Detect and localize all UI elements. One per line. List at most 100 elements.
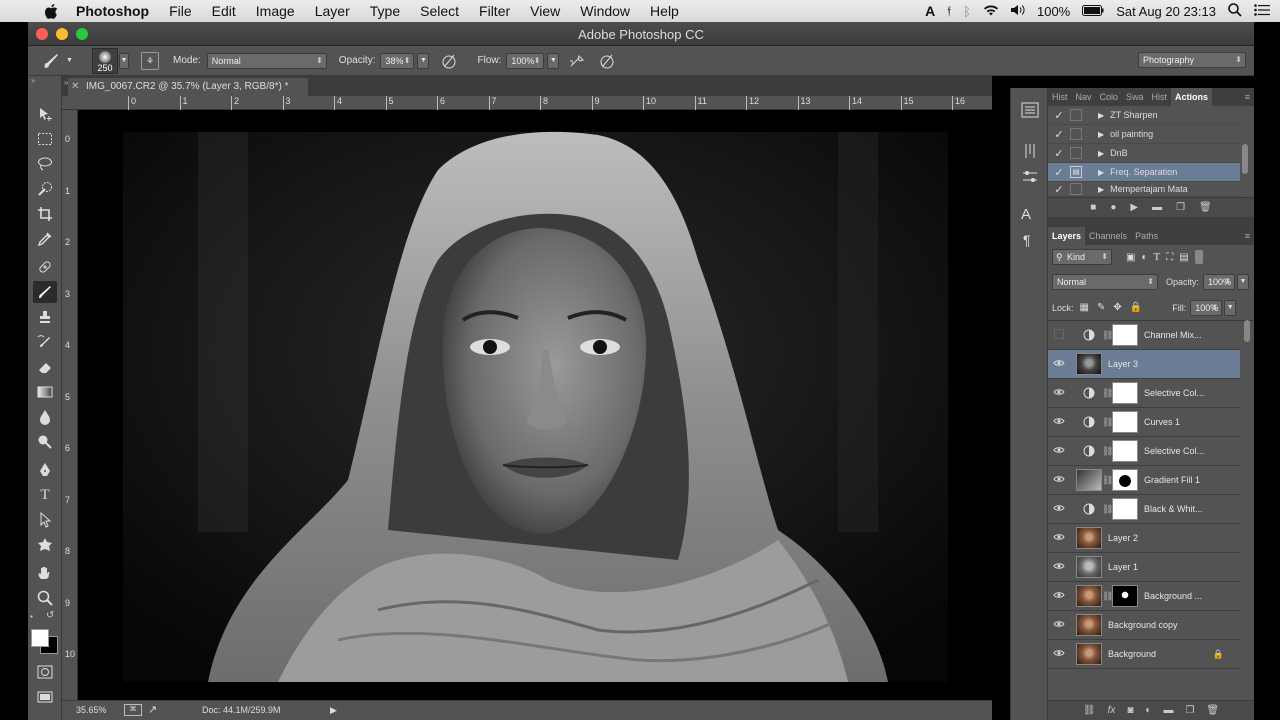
- zoom-level[interactable]: 35.65%: [76, 705, 107, 715]
- quick-mask-icon[interactable]: [33, 661, 57, 683]
- action-dialog-toggle[interactable]: [1070, 147, 1082, 159]
- tool-preset-picker[interactable]: ▼: [42, 50, 78, 72]
- character-panel-icon[interactable]: A: [1021, 206, 1031, 223]
- layer-row[interactable]: ⛓ Black & Whit...: [1048, 495, 1240, 524]
- layer-kind-filter[interactable]: ⚲ Kind: [1052, 249, 1112, 265]
- layers-panel-menu-icon[interactable]: ≡: [1241, 227, 1254, 245]
- layer-mask-thumbnail[interactable]: [1112, 324, 1138, 346]
- expand-triangle-icon[interactable]: ▶: [1098, 168, 1104, 177]
- mask-link-icon[interactable]: ⛓: [1102, 446, 1113, 457]
- menu-help[interactable]: Help: [640, 0, 689, 22]
- mask-link-icon[interactable]: ⛓: [1102, 388, 1113, 399]
- action-item[interactable]: ✓ ▶ ZT Sharpen: [1048, 106, 1240, 125]
- tab-history-1[interactable]: Hist: [1048, 88, 1072, 106]
- action-enabled-check-icon[interactable]: ✓: [1048, 183, 1070, 196]
- screen-mode-icon[interactable]: [33, 686, 57, 708]
- action-item[interactable]: ✓ ▶ oil painting: [1048, 125, 1240, 144]
- visibility-eye-icon[interactable]: [1048, 475, 1070, 486]
- expand-triangle-icon[interactable]: ▶: [1098, 111, 1104, 120]
- vertical-ruler[interactable]: 0123456789101: [62, 110, 78, 711]
- layer-thumbnail[interactable]: [1076, 614, 1102, 636]
- hand-tool-icon[interactable]: [33, 562, 57, 584]
- tools-collapse-icon[interactable]: »: [28, 76, 62, 88]
- link-layers-icon[interactable]: ⛓: [1083, 705, 1096, 716]
- action-enabled-check-icon[interactable]: ✓: [1048, 109, 1070, 122]
- filter-smart-object-icon[interactable]: ▤: [1179, 252, 1188, 263]
- layer-thumbnail[interactable]: [1076, 527, 1102, 549]
- menu-file[interactable]: File: [159, 0, 202, 22]
- opacity-input[interactable]: 38%: [380, 52, 415, 69]
- document-canvas[interactable]: [78, 110, 991, 700]
- flow-input[interactable]: 100%: [506, 52, 545, 69]
- visibility-eye-icon[interactable]: [1048, 649, 1070, 660]
- layer-row[interactable]: ⛓ Gradient Fill 1: [1048, 466, 1240, 495]
- lock-image-pixels-icon[interactable]: ✎: [1097, 302, 1105, 313]
- layer-row[interactable]: ⛓ Selective Col...: [1048, 379, 1240, 408]
- share-image-icon[interactable]: ⌘: [124, 704, 142, 716]
- expand-triangle-icon[interactable]: ▶: [1098, 185, 1104, 194]
- path-selection-tool-icon[interactable]: [33, 509, 57, 531]
- history-brush-tool-icon[interactable]: [33, 331, 57, 353]
- layer-mask-thumbnail[interactable]: [1112, 411, 1138, 433]
- gradient-fill-thumbnail[interactable]: [1076, 469, 1102, 491]
- gradient-tool-icon[interactable]: [33, 381, 57, 403]
- filter-toggle-switch[interactable]: [1194, 250, 1203, 264]
- menu-view[interactable]: View: [520, 0, 570, 22]
- delete-layer-icon[interactable]: 🗑: [1206, 705, 1219, 716]
- paragraph-panel-icon[interactable]: ¶: [1023, 232, 1031, 248]
- new-layer-icon[interactable]: ❐: [1185, 705, 1194, 716]
- spotlight-icon[interactable]: [1228, 2, 1242, 20]
- tab-navigator[interactable]: Nav: [1072, 88, 1096, 106]
- visibility-eye-icon[interactable]: [1048, 591, 1070, 602]
- volume-icon[interactable]: [1010, 4, 1025, 19]
- menu-image[interactable]: Image: [246, 0, 305, 22]
- action-dialog-toggle[interactable]: [1070, 128, 1082, 140]
- brush-preset-dropdown[interactable]: ▼: [119, 52, 129, 69]
- layer-row[interactable]: ⛓ Channel Mix...: [1048, 321, 1240, 350]
- layer-row[interactable]: Layer 1: [1048, 553, 1240, 582]
- action-item[interactable]: ✓ ▶ DnB: [1048, 144, 1240, 163]
- dodge-tool-icon[interactable]: [33, 431, 57, 453]
- brush-panel-toggle-icon[interactable]: ⚘: [141, 51, 159, 70]
- mask-link-icon[interactable]: ⛓: [1102, 475, 1113, 486]
- pressure-size-icon[interactable]: [597, 51, 617, 71]
- adobe-icon[interactable]: A: [925, 3, 935, 19]
- layer-row[interactable]: ⛓ Background ...: [1048, 582, 1240, 611]
- add-mask-icon[interactable]: ◙: [1127, 705, 1133, 716]
- layer-thumbnail[interactable]: [1076, 585, 1102, 607]
- horizontal-ruler[interactable]: 0 1 2 3 4 5 6 7 8 9 10 11 12 13 14 15 16: [62, 96, 992, 110]
- new-group-icon[interactable]: ▬: [1163, 705, 1173, 716]
- notification-center-icon[interactable]: [1254, 3, 1270, 19]
- tab-channels[interactable]: Channels: [1085, 227, 1131, 245]
- layer-row[interactable]: Background 🔒: [1048, 640, 1240, 669]
- menu-window[interactable]: Window: [570, 0, 640, 22]
- visibility-eye-icon[interactable]: [1048, 359, 1070, 370]
- menu-select[interactable]: Select: [410, 0, 469, 22]
- expand-triangle-icon[interactable]: ▶: [1098, 149, 1104, 158]
- mask-link-icon[interactable]: ⛓: [1102, 330, 1113, 341]
- visibility-eye-icon[interactable]: [1048, 388, 1070, 399]
- visibility-eye-icon[interactable]: [1048, 446, 1070, 457]
- action-dialog-toggle[interactable]: [1070, 183, 1082, 195]
- eraser-tool-icon[interactable]: [33, 356, 57, 378]
- battery-icon[interactable]: [1082, 4, 1104, 19]
- action-enabled-check-icon[interactable]: ✓: [1048, 128, 1070, 141]
- visibility-eye-icon[interactable]: [1048, 417, 1070, 428]
- new-action-icon[interactable]: ❐: [1176, 202, 1185, 213]
- clone-stamp-tool-icon[interactable]: [33, 306, 57, 328]
- new-set-folder-icon[interactable]: ▬: [1152, 202, 1162, 213]
- custom-shape-tool-icon[interactable]: [33, 534, 57, 556]
- actions-scrollbar-thumb[interactable]: [1242, 144, 1248, 174]
- mask-link-icon[interactable]: ⛓: [1102, 504, 1113, 515]
- airbrush-icon[interactable]: [567, 51, 587, 71]
- action-dialog-toggle[interactable]: [1070, 109, 1082, 121]
- lock-transparent-pixels-icon[interactable]: ▦: [1080, 302, 1089, 313]
- action-item-selected[interactable]: ✓ ▤ ▶ Freq. Separation: [1048, 163, 1240, 182]
- brush-tool-icon[interactable]: [33, 281, 57, 303]
- tab-paths[interactable]: Paths: [1131, 227, 1162, 245]
- eyedropper-tool-icon[interactable]: [33, 228, 57, 250]
- layers-scrollbar-thumb[interactable]: [1244, 320, 1250, 342]
- healing-brush-tool-icon[interactable]: [33, 256, 57, 278]
- layer-row[interactable]: Layer 2: [1048, 524, 1240, 553]
- tab-layers[interactable]: Layers: [1048, 227, 1086, 245]
